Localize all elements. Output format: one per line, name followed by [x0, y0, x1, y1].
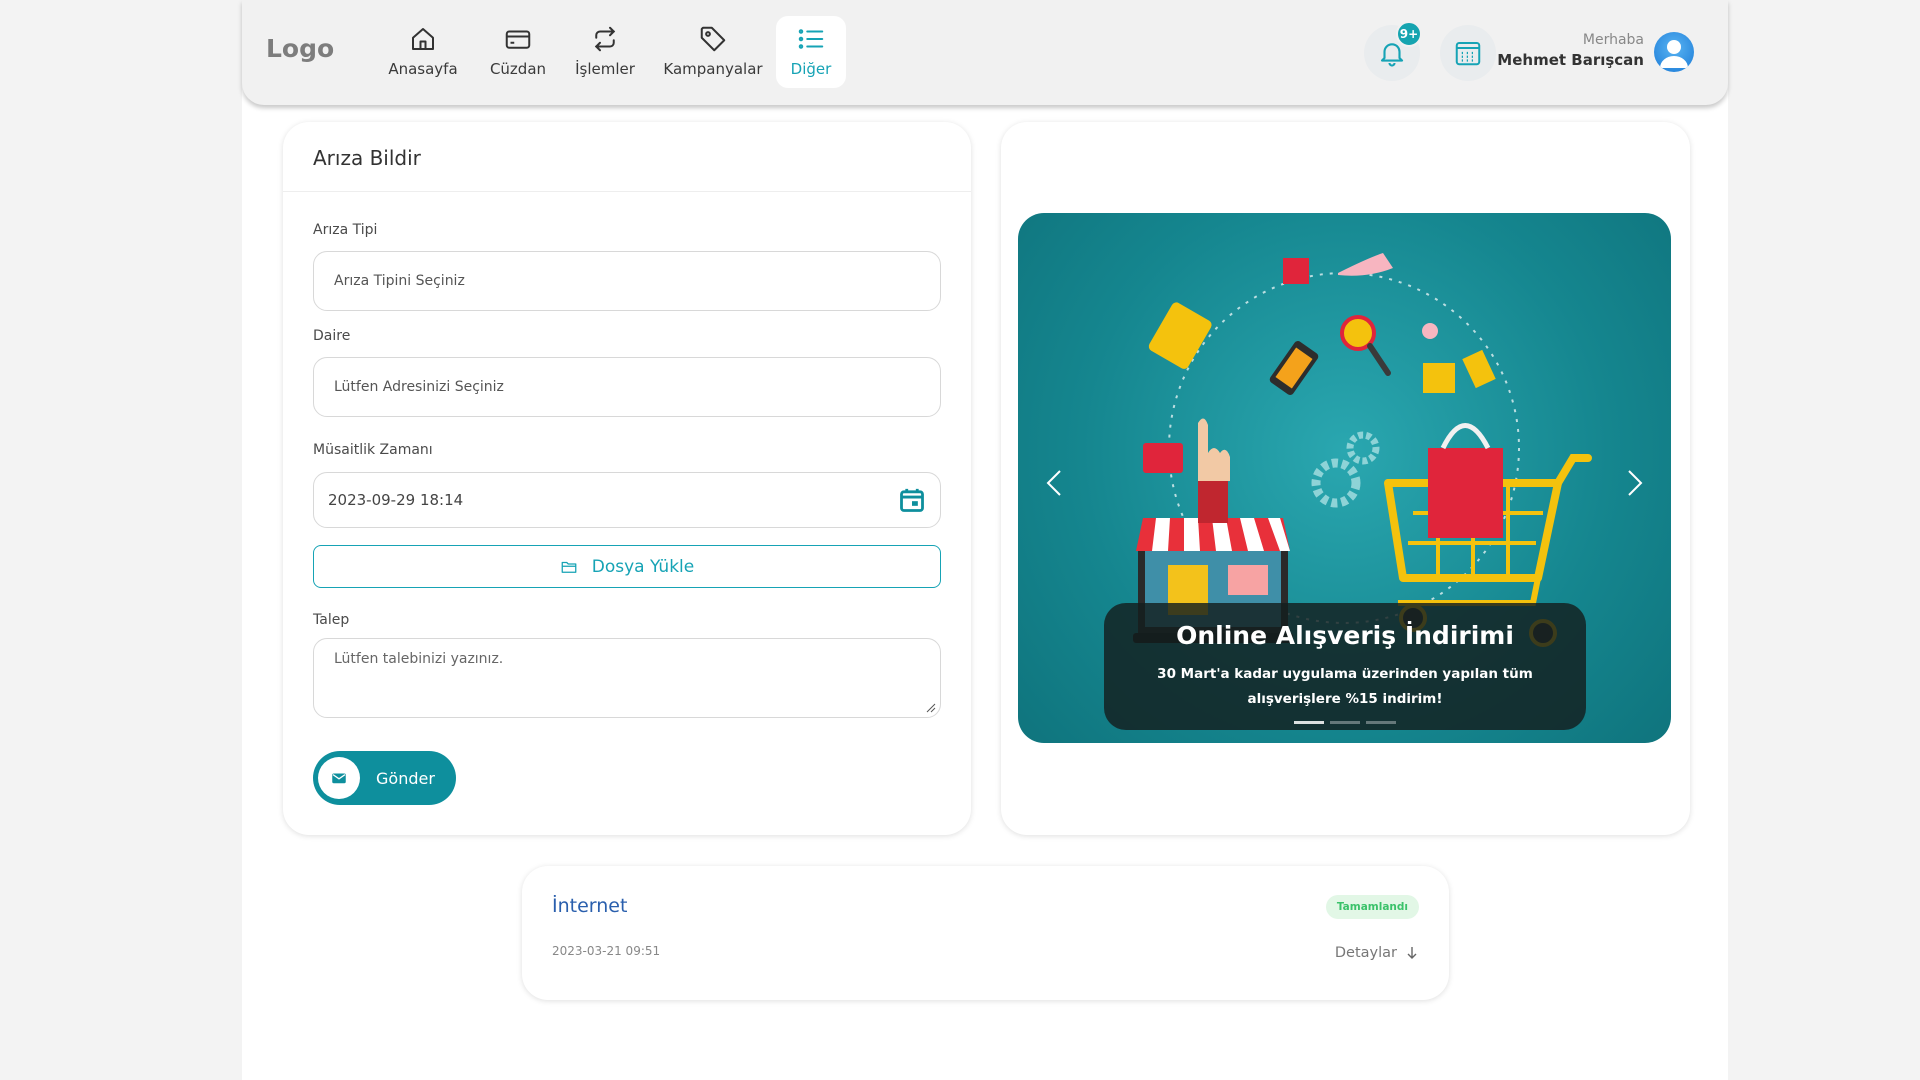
carousel-indicator-1[interactable] — [1294, 721, 1324, 724]
carousel-prev-icon[interactable] — [1040, 463, 1070, 503]
arrow-down-icon — [1407, 947, 1417, 959]
calendar-icon — [1455, 42, 1481, 66]
availability-label: Müsaitlik Zamanı — [313, 442, 433, 458]
carousel-indicators — [1104, 721, 1586, 724]
nav-other[interactable]: Diğer — [776, 16, 846, 88]
apartment-select[interactable]: Lütfen Adresinizi Seçiniz — [313, 357, 941, 417]
nav-other-label: Diğer — [790, 60, 832, 78]
carousel-indicator-3[interactable] — [1366, 721, 1396, 724]
upload-label: Dosya Yükle — [591, 556, 695, 577]
greeting-text: Merhaba — [1582, 32, 1644, 48]
card-title: Arıza Bildir — [283, 122, 971, 192]
list-icon — [798, 29, 824, 49]
calendar-button[interactable] — [1440, 25, 1496, 81]
home-icon — [412, 28, 434, 50]
folder-icon — [561, 561, 577, 573]
request-item-card: İnternet 2023-03-21 09:51 Tamamlandı Det… — [522, 866, 1449, 1000]
banner-title: Online Alışveriş İndirimi — [1176, 621, 1514, 650]
calendar-picker-icon[interactable] — [898, 486, 926, 514]
logo[interactable]: Logo — [266, 34, 334, 63]
banner-text: 30 Mart'a kadar uygulama üzerinden yapıl… — [1157, 666, 1533, 707]
tag-icon — [700, 26, 726, 52]
carousel-next-icon[interactable] — [1619, 463, 1649, 503]
user-avatar-icon — [1660, 40, 1688, 68]
carousel-indicator-2[interactable] — [1330, 721, 1360, 724]
resize-handle-icon[interactable] — [926, 703, 936, 713]
availability-datetime-input[interactable]: 2023-09-29 18:14 — [313, 472, 941, 528]
envelope-icon — [318, 757, 360, 799]
nav-wallet[interactable]: Cüzdan — [478, 16, 558, 88]
nav-home[interactable]: Anasayfa — [380, 16, 466, 88]
details-label: Detaylar — [1334, 945, 1397, 961]
nav-campaigns[interactable]: Kampanyalar — [656, 16, 770, 88]
request-label: Talep — [313, 612, 350, 628]
request-title: İnternet — [552, 895, 628, 917]
wallet-icon — [505, 30, 531, 49]
campaign-banner-card: Online Alışveriş İndirimi 30 Mart'a kada… — [1001, 122, 1690, 835]
fault-type-label: Arıza Tipi — [313, 222, 378, 238]
fault-report-card: Arıza Bildir Arıza Tipi Arıza Tipini Seç… — [283, 122, 971, 835]
avatar[interactable] — [1654, 32, 1694, 72]
request-date: 2023-03-21 09:51 — [552, 944, 661, 958]
details-link[interactable]: Detaylar — [1335, 945, 1419, 961]
nav-transactions[interactable]: İşlemler — [568, 16, 642, 88]
submit-button[interactable]: Gönder — [313, 751, 456, 805]
carousel-caption: Online Alışveriş İndirimi 30 Mart'a kada… — [1104, 603, 1586, 730]
apartment-label: Daire — [313, 328, 351, 344]
nav-transactions-label: İşlemler — [575, 60, 635, 78]
nav-home-label: Anasayfa — [388, 60, 458, 78]
fault-type-select[interactable]: Arıza Tipini Seçiniz — [313, 251, 941, 311]
notifications-button[interactable]: 9+ — [1364, 21, 1422, 81]
status-badge: Tamamlandı — [1325, 895, 1419, 919]
campaign-carousel[interactable]: Online Alışveriş İndirimi 30 Mart'a kada… — [1018, 213, 1671, 743]
user-name: Mehmet Barışcan — [1497, 51, 1644, 69]
request-textarea[interactable]: Lütfen talebinizi yazınız. — [313, 638, 941, 718]
submit-label: Gönder — [376, 768, 435, 788]
notification-badge: 9+ — [1396, 21, 1422, 47]
availability-value: 2023-09-29 18:14 — [328, 491, 464, 509]
user-greeting: Merhaba Mehmet Barışcan — [1497, 32, 1644, 69]
nav-wallet-label: Cüzdan — [489, 60, 547, 78]
top-navbar: Logo Anasayfa Cüzdan İşlemler Kampanyala… — [242, 0, 1728, 105]
repeat-icon — [594, 26, 616, 52]
upload-file-button[interactable]: Dosya Yükle — [313, 545, 941, 588]
request-placeholder: Lütfen talebinizi yazınız. — [334, 651, 504, 667]
nav-campaigns-label: Kampanyalar — [663, 60, 763, 78]
